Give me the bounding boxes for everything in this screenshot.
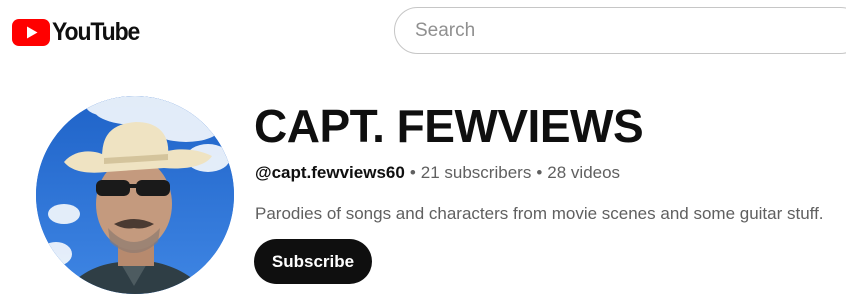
- video-count: 28 videos: [547, 163, 621, 182]
- channel-name: CAPT. FEWVIEWS: [254, 100, 644, 152]
- subscriber-count: 21 subscribers: [420, 163, 532, 182]
- channel-avatar[interactable]: [36, 96, 234, 294]
- logo-text: YouTube: [52, 18, 140, 46]
- search-box[interactable]: [394, 7, 846, 54]
- search-input[interactable]: [415, 8, 835, 53]
- channel-description[interactable]: Parodies of songs and characters from mo…: [255, 203, 824, 225]
- youtube-play-icon: [12, 18, 50, 46]
- avatar-image: [36, 96, 234, 294]
- subscribe-button[interactable]: Subscribe: [254, 239, 372, 284]
- youtube-logo[interactable]: YouTube: [12, 16, 147, 48]
- channel-handle: @capt.fewviews60: [255, 163, 405, 182]
- meta-separator: •: [536, 163, 543, 182]
- channel-meta: @capt.fewviews60 • 21 subscribers • 28 video…: [255, 162, 620, 184]
- meta-separator: •: [409, 163, 416, 182]
